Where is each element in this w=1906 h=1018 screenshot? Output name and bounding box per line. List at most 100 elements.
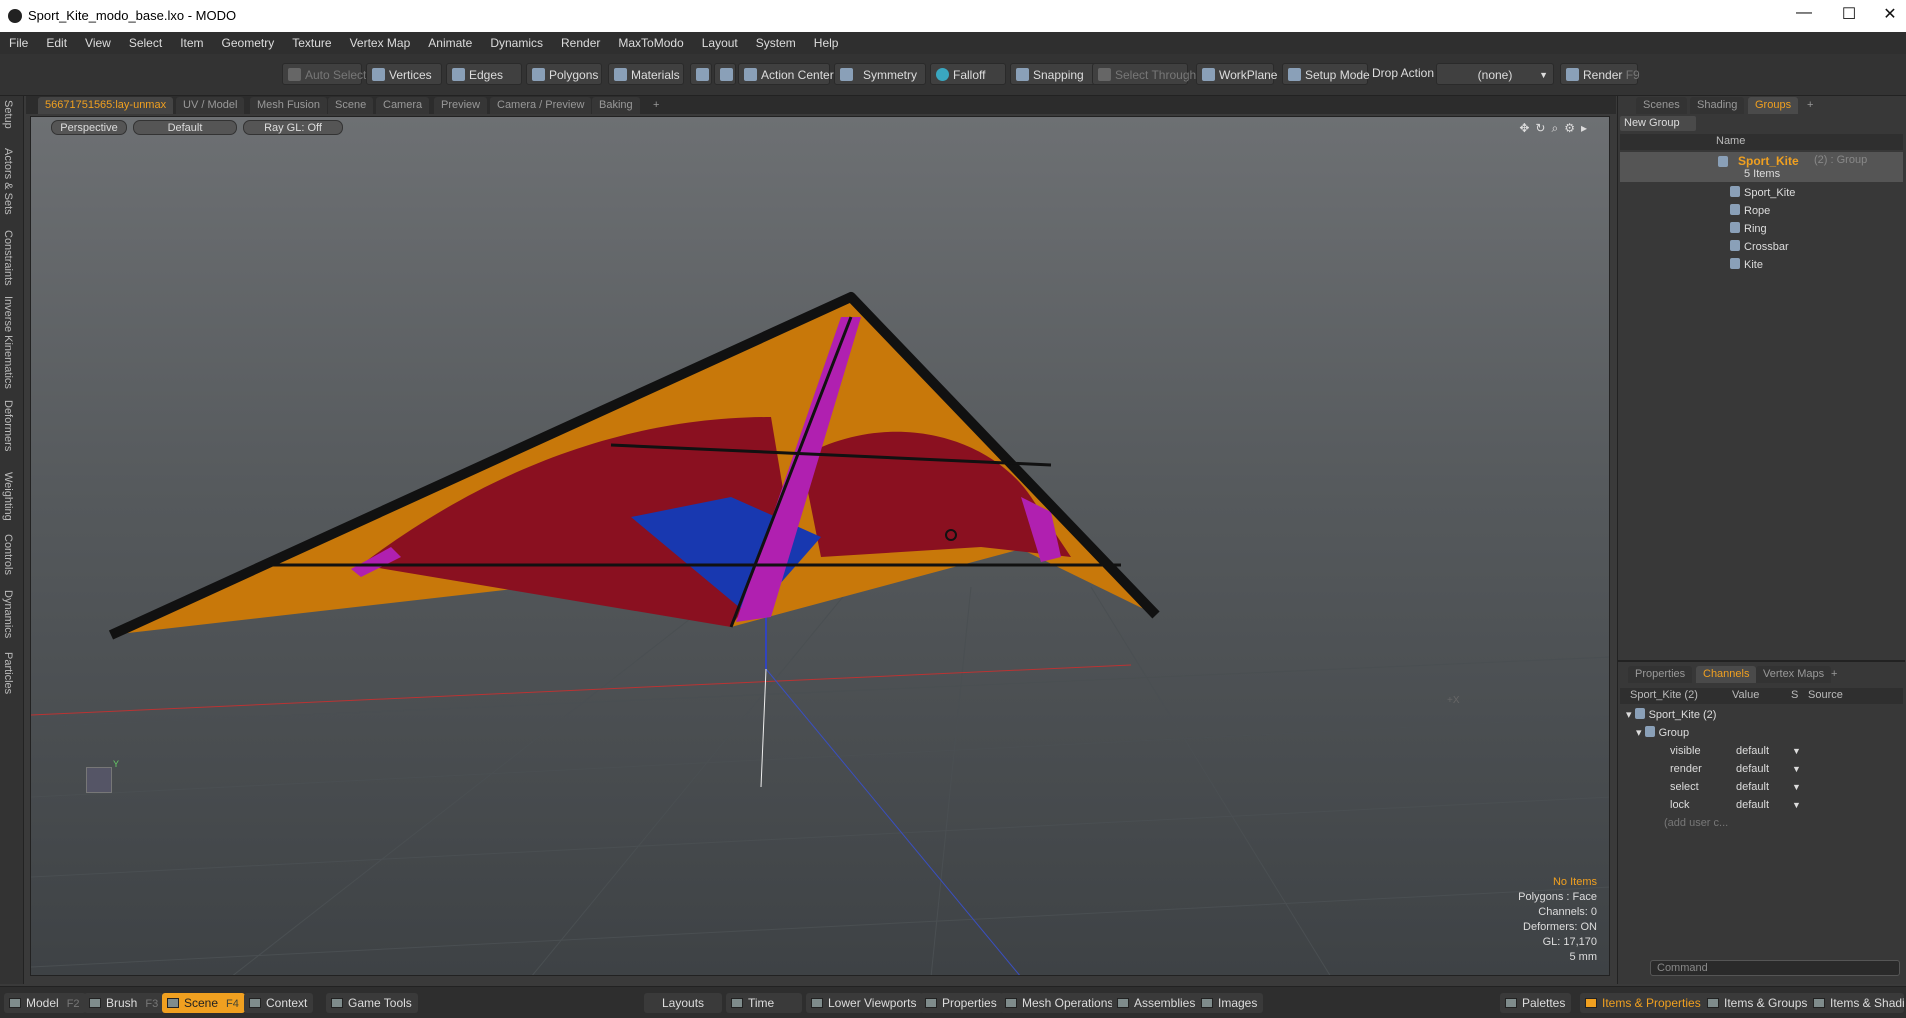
channel-root-row[interactable]: ▾ Sport_Kite (2) xyxy=(1618,706,1905,724)
rail-tab-controls[interactable]: Controls xyxy=(2,534,14,575)
rail-tab-particles[interactable]: Particles xyxy=(2,652,14,694)
rail-tab-actors-sets[interactable]: Actors & Sets xyxy=(2,148,14,215)
action-center-button[interactable]: Action Center xyxy=(738,63,834,85)
add-panel-tab-button[interactable]: + xyxy=(1800,97,1820,114)
game-tools-layout-button[interactable]: Game Tools xyxy=(326,993,418,1013)
group-child-sport-kite[interactable]: Sport_Kite xyxy=(1618,184,1905,202)
menu-edit[interactable]: Edit xyxy=(37,32,76,54)
scene-layout-button[interactable]: Scene F4 xyxy=(162,993,245,1013)
rail-tab-deformers[interactable]: Deformers xyxy=(2,400,14,451)
menu-render[interactable]: Render xyxy=(552,32,609,54)
tab-scenes[interactable]: Scenes xyxy=(1636,97,1687,114)
menu-view[interactable]: View xyxy=(76,32,120,54)
menu-layout[interactable]: Layout xyxy=(693,32,747,54)
context-layout-button[interactable]: Context xyxy=(244,993,314,1013)
auto-select-button[interactable]: Auto Select xyxy=(282,63,366,85)
rail-tab-constraints[interactable]: Constraints xyxy=(2,230,14,286)
menu-file[interactable]: File xyxy=(0,32,37,54)
vertices-button[interactable]: Vertices xyxy=(366,63,442,85)
menu-select[interactable]: Select xyxy=(120,32,171,54)
tab-uv-model[interactable]: UV / Model xyxy=(176,97,245,114)
tab-channels[interactable]: Channels xyxy=(1696,666,1757,683)
tab-baking[interactable]: Baking xyxy=(592,97,640,114)
materials-button[interactable]: Materials xyxy=(608,63,684,85)
menu-maxtomodo[interactable]: MaxToModo xyxy=(609,32,692,54)
tab-camera-preview[interactable]: Camera / Preview xyxy=(490,97,592,114)
menu-texture[interactable]: Texture xyxy=(283,32,340,54)
time-button[interactable]: Time xyxy=(726,993,802,1013)
model-layout-button[interactable]: Model F2 xyxy=(4,993,86,1013)
3d-viewport[interactable]: Perspective Default Ray GL: Off ✥↻⌕⚙▸ +Z… xyxy=(30,116,1610,976)
rail-tab-inverse-kinematics[interactable]: Inverse Kinematics xyxy=(2,296,14,389)
panel-divider[interactable] xyxy=(1618,660,1905,662)
group-child-kite[interactable]: Kite xyxy=(1618,256,1905,274)
rail-tab-weighting[interactable]: Weighting xyxy=(2,472,14,521)
channel-value-select[interactable]: default xyxy=(1736,778,1769,796)
add-user-channel-row[interactable]: (add user c... xyxy=(1618,814,1905,832)
images-button[interactable]: Images xyxy=(1196,993,1264,1013)
group-child-ring[interactable]: Ring xyxy=(1618,220,1905,238)
falloff-button[interactable]: Falloff xyxy=(930,63,1006,85)
tab-shading[interactable]: Shading xyxy=(1690,97,1745,114)
brush-layout-button[interactable]: Brush F3 xyxy=(84,993,165,1013)
edges-button[interactable]: Edges xyxy=(446,63,522,85)
menu-item[interactable]: Item xyxy=(171,32,212,54)
add-tab-button[interactable]: + xyxy=(646,97,666,114)
menu-vertex-map[interactable]: Vertex Map xyxy=(341,32,420,54)
items-properties-button[interactable]: Items & Properties xyxy=(1580,993,1707,1013)
properties-button[interactable]: Properties xyxy=(920,993,1003,1013)
channel-value-select[interactable]: default xyxy=(1736,796,1769,814)
menu-system[interactable]: System xyxy=(747,32,805,54)
tab-properties[interactable]: Properties xyxy=(1628,666,1693,683)
workplane-button[interactable]: WorkPlane xyxy=(1196,63,1277,85)
add-bottom-tab-button[interactable]: + xyxy=(1824,666,1844,683)
maximize-button[interactable]: ☐ xyxy=(1829,4,1869,24)
items-groups-button[interactable]: Items & Groups xyxy=(1702,993,1814,1013)
channel-group-row[interactable]: ▾ Group xyxy=(1618,724,1905,742)
polygons-button[interactable]: Polygons xyxy=(526,63,602,85)
layouts-button[interactable]: Layouts xyxy=(644,993,722,1013)
new-group-button[interactable]: New Group xyxy=(1620,116,1696,131)
channel-row-lock[interactable]: lock default ▼ xyxy=(1618,796,1905,814)
channel-row-render[interactable]: render default ▼ xyxy=(1618,760,1905,778)
tab-layout-unmax[interactable]: 56671751565:lay-unmax xyxy=(38,97,174,114)
menu-geometry[interactable]: Geometry xyxy=(213,32,284,54)
tab-scene[interactable]: Scene xyxy=(328,97,374,114)
close-button[interactable]: ✕ xyxy=(1870,4,1906,24)
channel-value-select[interactable]: default xyxy=(1736,742,1769,760)
rail-tab-setup[interactable]: Setup xyxy=(2,100,14,129)
group-child-crossbar[interactable]: Crossbar xyxy=(1618,238,1905,256)
minimize-button[interactable]: — xyxy=(1784,4,1824,22)
items-shading-button[interactable]: Items & Shading xyxy=(1808,993,1904,1013)
channel-row-visible[interactable]: visible default ▼ xyxy=(1618,742,1905,760)
channel-value-select[interactable]: default xyxy=(1736,760,1769,778)
tab-camera[interactable]: Camera xyxy=(376,97,430,114)
symmetry-toggle-button[interactable] xyxy=(714,63,736,85)
orientation-gizmo[interactable] xyxy=(86,767,112,793)
tab-mesh-fusion[interactable]: Mesh Fusion xyxy=(250,97,327,114)
mesh-operations-button[interactable]: Mesh Operations xyxy=(1000,993,1120,1013)
snap-toggle-button[interactable] xyxy=(690,63,712,85)
select-through-button[interactable]: Select Through xyxy=(1092,63,1196,85)
setup-mode-button[interactable]: Setup Mode xyxy=(1282,63,1370,85)
group-row-sport-kite[interactable]: Sport_Kite (2) : Group 5 Items xyxy=(1620,152,1903,182)
menu-help[interactable]: Help xyxy=(805,32,848,54)
drop-action-select[interactable]: (none) ▼ xyxy=(1436,63,1554,85)
command-input[interactable]: Command xyxy=(1650,960,1900,976)
tab-vertex-maps[interactable]: Vertex Maps xyxy=(1756,666,1832,683)
menu-animate[interactable]: Animate xyxy=(419,32,481,54)
assemblies-button[interactable]: Assemblies xyxy=(1112,993,1202,1013)
group-child-rope[interactable]: Rope xyxy=(1618,202,1905,220)
tab-preview[interactable]: Preview xyxy=(434,97,488,114)
lower-viewports-button[interactable]: Lower Viewports xyxy=(806,993,923,1013)
snapping-button[interactable]: Snapping xyxy=(1010,63,1096,85)
action-center-icon xyxy=(744,68,757,81)
channel-row-select[interactable]: select default ▼ xyxy=(1618,778,1905,796)
render-button[interactable]: Render F9 xyxy=(1560,63,1640,85)
tab-groups[interactable]: Groups xyxy=(1748,97,1799,114)
menu-dynamics[interactable]: Dynamics xyxy=(481,32,552,54)
palettes-button[interactable]: Palettes xyxy=(1500,993,1572,1013)
modo-logo-icon xyxy=(8,9,22,23)
symmetry-button[interactable]: Symmetry xyxy=(834,63,926,85)
rail-tab-dynamics[interactable]: Dynamics xyxy=(2,590,14,638)
